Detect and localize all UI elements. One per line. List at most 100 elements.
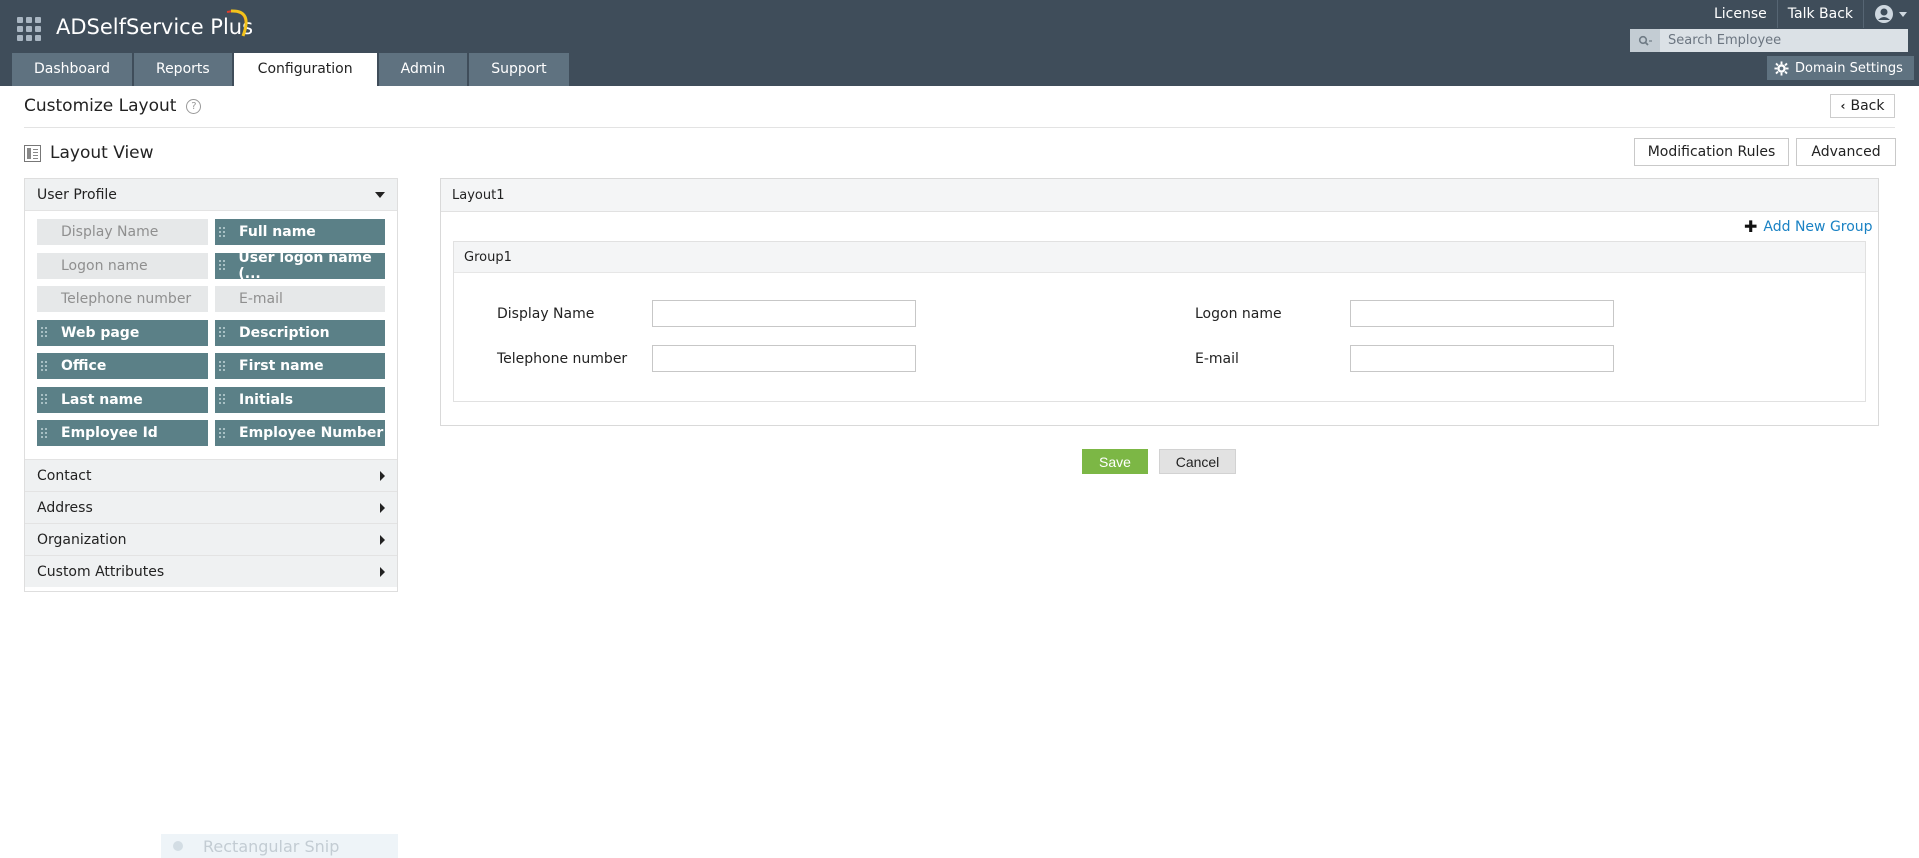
field-chip-label: First name xyxy=(239,358,324,375)
domain-settings-label: Domain Settings xyxy=(1795,60,1903,76)
section-custom-attributes[interactable]: Custom Attributes xyxy=(25,555,397,587)
layout-icon xyxy=(24,144,41,162)
section-label: Contact xyxy=(37,467,92,484)
field-palette: User Profile Display Name Full name Logon … xyxy=(24,178,398,592)
section-label: Custom Attributes xyxy=(37,563,165,580)
field-chip[interactable]: E-mail xyxy=(215,286,385,313)
field-chip[interactable]: Web page xyxy=(37,319,208,346)
main-tabs: Dashboard Reports Configuration Admin Su… xyxy=(12,53,571,86)
snip-tool-overlay: Rectangular Snip xyxy=(161,834,398,858)
drag-handle-icon[interactable] xyxy=(219,226,226,238)
tab-reports[interactable]: Reports xyxy=(133,53,232,86)
field-label-telephone-number: Telephone number xyxy=(497,351,628,367)
layout-view-label: Layout View xyxy=(50,143,154,163)
group-title: Group1 xyxy=(454,242,1865,273)
field-chip[interactable]: First name xyxy=(215,353,385,380)
logon-name-field[interactable] xyxy=(1350,300,1614,327)
drag-handle-icon[interactable] xyxy=(219,327,226,338)
field-chip[interactable]: Office xyxy=(37,353,208,380)
search-icon[interactable] xyxy=(1630,29,1660,52)
plus-icon: ✚ xyxy=(1744,217,1758,236)
talk-back-link[interactable]: Talk Back xyxy=(1778,0,1864,28)
domain-settings-button[interactable]: Domain Settings xyxy=(1767,56,1914,80)
field-chip-label: Web page xyxy=(61,324,140,341)
drag-handle-icon[interactable] xyxy=(41,427,48,439)
caret-right-icon xyxy=(380,470,385,481)
field-chip-label: Employee Number xyxy=(239,425,384,442)
logo-arc-icon xyxy=(226,9,248,37)
field-chip-label: Employee Id xyxy=(61,425,158,442)
section-contact[interactable]: Contact xyxy=(25,459,397,491)
drag-handle-icon[interactable] xyxy=(41,360,48,372)
section-organization[interactable]: Organization xyxy=(25,523,397,555)
field-chip-label: Full name xyxy=(239,224,316,240)
back-button[interactable]: ‹ Back xyxy=(1830,94,1895,118)
save-button[interactable]: Save xyxy=(1082,449,1148,474)
back-label: Back xyxy=(1850,98,1885,114)
top-links: License Talk Back xyxy=(1704,0,1919,28)
add-new-group-label: Add New Group xyxy=(1763,219,1873,235)
advanced-button[interactable]: Advanced xyxy=(1796,138,1896,166)
field-label-display-name: Display Name xyxy=(497,306,595,322)
search-input[interactable] xyxy=(1660,29,1908,52)
field-label-logon-name: Logon name xyxy=(1195,306,1282,322)
user-profile-section[interactable]: User Profile xyxy=(25,179,397,211)
help-icon[interactable]: ? xyxy=(186,98,202,114)
drag-handle-icon[interactable] xyxy=(219,394,226,405)
drag-handle-icon[interactable] xyxy=(41,394,48,405)
email-field[interactable] xyxy=(1350,345,1614,372)
add-new-group-link[interactable]: ✚ Add New Group xyxy=(1744,217,1873,236)
field-chip-label: Last name xyxy=(61,391,143,408)
field-chip-label: Telephone number xyxy=(61,291,192,308)
tab-support[interactable]: Support xyxy=(469,53,569,86)
caret-right-icon xyxy=(380,502,385,513)
field-chip[interactable]: Full name xyxy=(215,219,385,245)
layout-title: Layout1 xyxy=(441,179,1878,212)
field-chip[interactable]: Logon name xyxy=(37,252,208,279)
tab-admin[interactable]: Admin xyxy=(378,53,468,86)
field-chip[interactable]: Display Name xyxy=(37,219,208,245)
field-chip-grid: Display Name Full name Logon name User logo… xyxy=(25,211,397,459)
display-name-field[interactable] xyxy=(652,300,916,327)
app-grid-icon[interactable] xyxy=(17,17,41,41)
employee-search xyxy=(1630,29,1908,52)
field-chip[interactable]: Initials xyxy=(215,386,385,413)
group-container: Group1 Display Name Logon name Telephone… xyxy=(453,241,1866,402)
chevron-down-icon xyxy=(1899,11,1907,17)
field-chip[interactable]: Employee Id xyxy=(37,420,208,447)
field-chip-label: Office xyxy=(61,358,107,375)
drag-handle-icon[interactable] xyxy=(41,327,48,338)
drag-handle-icon[interactable] xyxy=(219,260,225,271)
user-avatar-icon xyxy=(1875,5,1893,23)
caret-right-icon xyxy=(380,534,385,545)
license-link[interactable]: License xyxy=(1704,0,1778,28)
field-chip[interactable]: Employee Number xyxy=(215,420,385,447)
field-chip-label: Display Name xyxy=(61,224,159,240)
field-chip[interactable]: Last name xyxy=(37,386,208,413)
field-chip[interactable]: Description xyxy=(215,319,385,346)
chevron-left-icon: ‹ xyxy=(1840,99,1846,113)
telephone-number-field[interactable] xyxy=(652,345,916,372)
user-menu[interactable] xyxy=(1864,0,1919,28)
gear-icon xyxy=(1774,60,1789,76)
top-bar: ADSelfService Plus License Talk Back Das xyxy=(0,0,1919,86)
page-title: Customize Layout ? xyxy=(24,96,202,116)
section-address[interactable]: Address xyxy=(25,491,397,523)
field-chip[interactable]: User logon name (... xyxy=(215,250,385,282)
cancel-button[interactable]: Cancel xyxy=(1159,449,1236,474)
drag-handle-icon[interactable] xyxy=(219,427,226,439)
layout-container: Layout1 ✚ Add New Group Group1 Display N… xyxy=(440,178,1879,426)
section-label: Address xyxy=(37,499,93,516)
modification-rules-button[interactable]: Modification Rules xyxy=(1634,138,1789,166)
title-divider xyxy=(24,127,1895,128)
field-chip[interactable]: Telephone number xyxy=(37,286,208,313)
layout-view-heading: Layout View xyxy=(24,143,154,163)
field-chip-label: Initials xyxy=(239,391,294,408)
field-label-email: E-mail xyxy=(1195,351,1239,367)
snip-icon xyxy=(173,841,183,851)
snip-label: Rectangular Snip xyxy=(203,836,340,856)
tab-dashboard[interactable]: Dashboard xyxy=(12,53,132,86)
drag-handle-icon[interactable] xyxy=(219,360,226,372)
user-profile-label: User Profile xyxy=(37,186,117,203)
tab-configuration[interactable]: Configuration xyxy=(233,53,377,86)
